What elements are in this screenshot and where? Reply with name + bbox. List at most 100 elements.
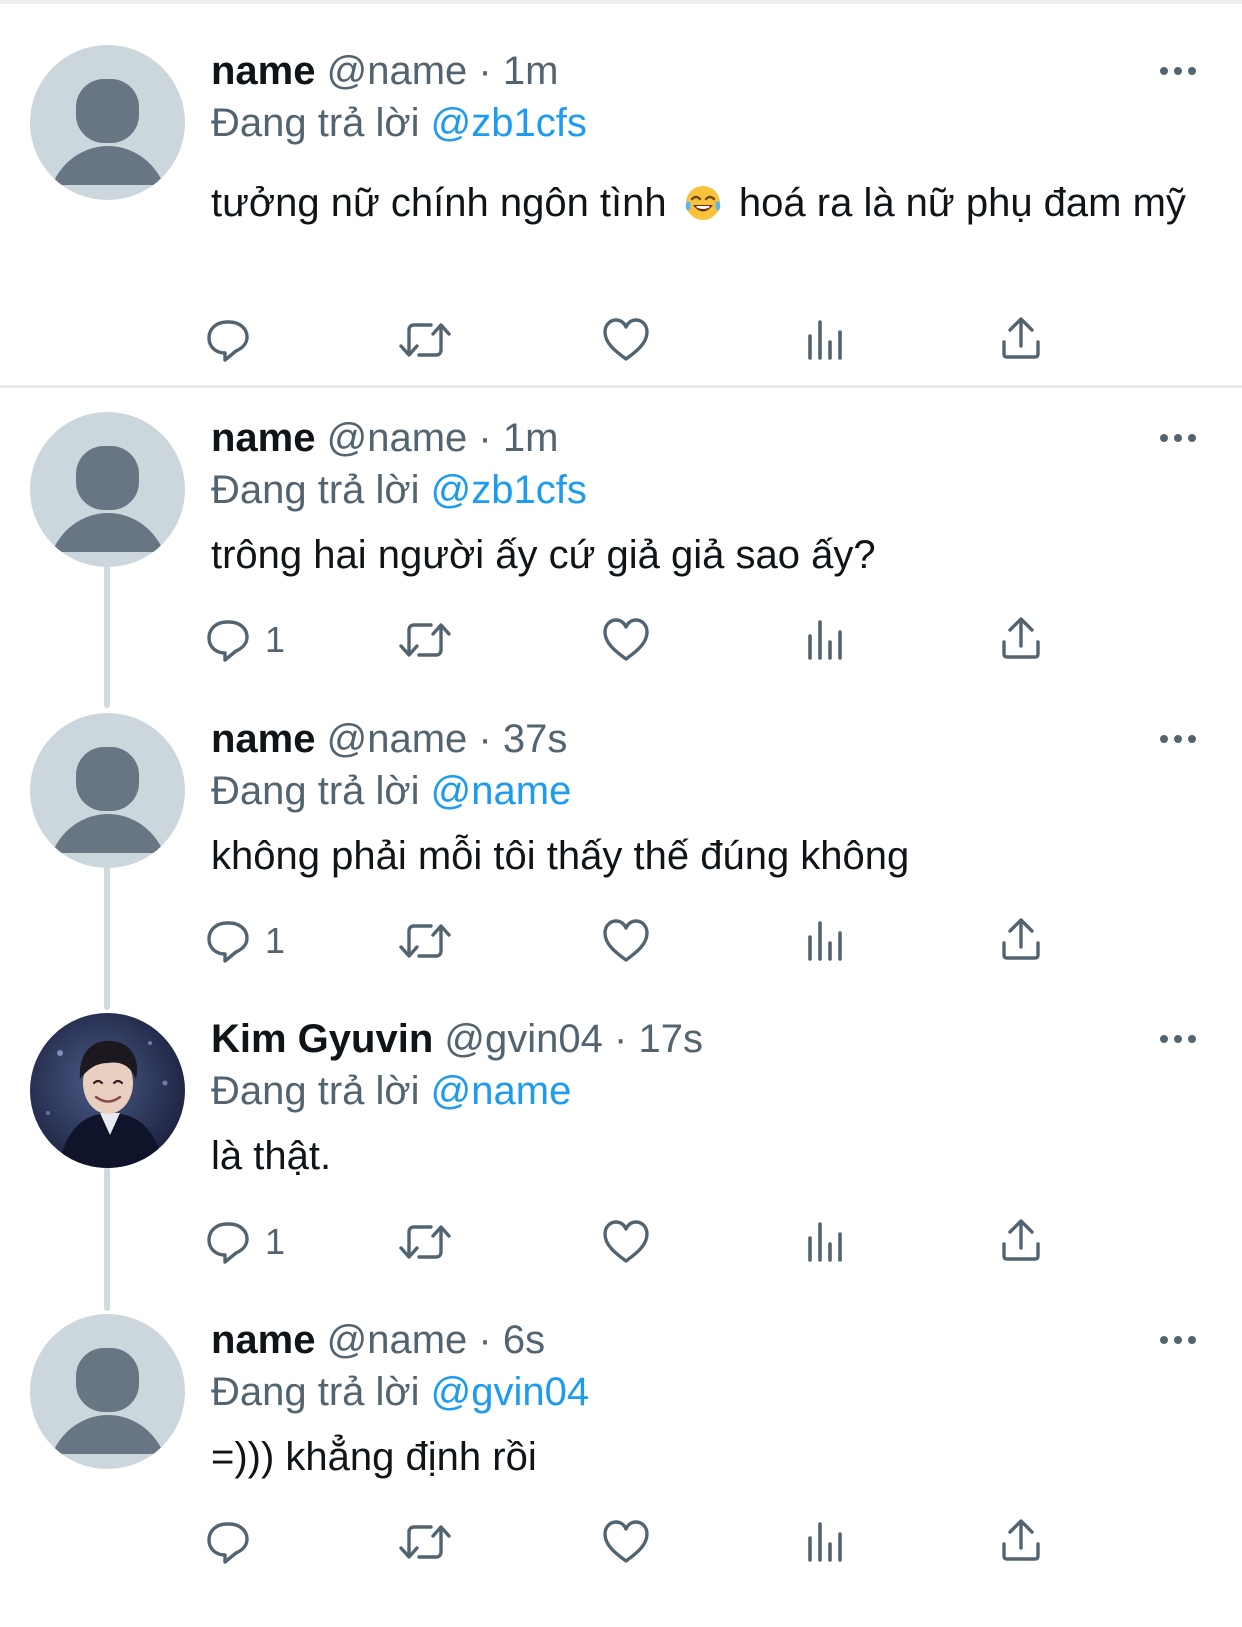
timestamp[interactable]: 17s: [638, 1017, 703, 1061]
heart-icon: [603, 1220, 649, 1263]
replying-to: Đang trả lời @gvin04: [211, 1366, 589, 1418]
user-handle[interactable]: @name: [327, 717, 468, 761]
tweet[interactable]: name @name · 1m Đang trả lời @zb1cfs trô…: [0, 412, 1242, 692]
tweet-divider: [0, 385, 1242, 388]
like-button[interactable]: [602, 1212, 650, 1272]
like-button[interactable]: [602, 911, 650, 971]
like-button[interactable]: [602, 1512, 650, 1572]
retweet-button[interactable]: [397, 1512, 453, 1572]
separator-dot: ·: [478, 717, 492, 761]
mention-link[interactable]: @name: [431, 1069, 572, 1113]
like-button[interactable]: [602, 610, 650, 670]
replying-to-label: Đang trả lời: [211, 101, 420, 145]
timestamp[interactable]: 1m: [503, 49, 559, 93]
tweet[interactable]: name @name · 37s Đang trả lời @name khôn…: [0, 713, 1242, 993]
mention-link[interactable]: @gvin04: [431, 1370, 589, 1414]
heart-icon: [603, 919, 649, 962]
replying-to: Đang trả lời @zb1cfs: [211, 97, 587, 149]
views-icon: [808, 320, 842, 360]
heart-icon: [603, 318, 649, 361]
tweet[interactable]: Kim Gyuvin @gvin04 · 17s Đang trả lời @n…: [0, 1013, 1242, 1293]
share-icon: [1002, 918, 1040, 960]
reply-button[interactable]: 1: [205, 1212, 285, 1272]
more-options[interactable]: [1158, 61, 1198, 81]
retweet-icon: [399, 1225, 451, 1259]
timestamp[interactable]: 1m: [503, 416, 559, 460]
retweet-button[interactable]: [397, 610, 453, 670]
more-icon: [1160, 735, 1196, 743]
reply-count: 1: [265, 920, 286, 961]
views-button[interactable]: [804, 610, 846, 670]
retweet-icon: [399, 323, 451, 357]
user-handle[interactable]: @name: [327, 1318, 468, 1362]
reply-button[interactable]: [205, 1512, 265, 1572]
display-name[interactable]: name: [211, 1318, 316, 1362]
separator-dot: ·: [478, 1318, 492, 1362]
reply-count: 1: [265, 619, 286, 660]
more-icon: [1160, 434, 1196, 442]
user-handle[interactable]: @name: [327, 49, 468, 93]
default-avatar-icon: [52, 1348, 164, 1454]
heart-icon: [603, 618, 649, 661]
like-button[interactable]: [602, 310, 650, 370]
heart-icon: [603, 1520, 649, 1563]
views-button[interactable]: [804, 911, 846, 971]
mention-link[interactable]: @name: [431, 769, 572, 813]
reply-icon: [207, 921, 249, 963]
replying-to-label: Đang trả lời: [211, 468, 420, 512]
replying-to: Đang trả lời @name: [211, 1065, 571, 1117]
top-divider: [0, 0, 1242, 4]
separator-dot: ·: [478, 49, 492, 93]
more-options[interactable]: [1158, 729, 1198, 749]
views-button[interactable]: [804, 1512, 846, 1572]
tweet-header: name @name · 1m: [211, 412, 558, 464]
mention-link[interactable]: @zb1cfs: [431, 468, 587, 512]
retweet-button[interactable]: [397, 911, 453, 971]
action-bar: [207, 310, 1111, 370]
display-name[interactable]: name: [211, 416, 316, 460]
tweet[interactable]: name @name · 6s Đang trả lời @gvin04 =))…: [0, 1314, 1242, 1627]
tweet-text: là thật.: [211, 1134, 332, 1178]
display-name[interactable]: Kim Gyuvin: [211, 1017, 433, 1061]
reply-button[interactable]: [205, 310, 265, 370]
share-button[interactable]: [1001, 911, 1041, 971]
avatar[interactable]: [30, 713, 185, 868]
retweet-button[interactable]: [397, 1212, 453, 1272]
display-name[interactable]: name: [211, 49, 316, 93]
retweet-button[interactable]: [397, 310, 453, 370]
mention-link[interactable]: @zb1cfs: [431, 101, 587, 145]
tweet[interactable]: name @name · 1m Đang trả lời @zb1cfs tưở…: [0, 45, 1242, 375]
tweet-header: name @name · 6s: [211, 1314, 545, 1366]
avatar[interactable]: [30, 1013, 185, 1168]
replying-to: Đang trả lời @name: [211, 765, 571, 817]
reply-button[interactable]: 1: [205, 911, 285, 971]
display-name[interactable]: name: [211, 717, 316, 761]
views-icon: [808, 921, 842, 961]
retweet-icon: [399, 924, 451, 958]
tweet-text-part: tưởng nữ chính ngôn tình: [211, 181, 667, 225]
user-handle[interactable]: @gvin04: [444, 1017, 602, 1061]
tweet-header: Kim Gyuvin @gvin04 · 17s: [211, 1013, 703, 1065]
avatar[interactable]: [30, 45, 185, 200]
avatar[interactable]: [30, 1314, 185, 1469]
tweet-text-part: hoá ra là nữ phụ đam mỹ: [738, 181, 1186, 225]
reply-button[interactable]: 1: [205, 610, 285, 670]
action-bar: 1: [207, 911, 1111, 971]
action-bar: 1: [207, 610, 1111, 670]
share-button[interactable]: [1001, 1512, 1041, 1572]
more-options[interactable]: [1158, 1029, 1198, 1049]
views-icon: [808, 1522, 842, 1562]
views-button[interactable]: [804, 1212, 846, 1272]
share-button[interactable]: [1001, 610, 1041, 670]
share-button[interactable]: [1001, 1212, 1041, 1272]
avatar[interactable]: [30, 412, 185, 567]
default-avatar-icon: [52, 747, 164, 853]
timestamp[interactable]: 6s: [503, 1318, 545, 1362]
separator-dot: ·: [478, 416, 492, 460]
more-options[interactable]: [1158, 1330, 1198, 1350]
timestamp[interactable]: 37s: [503, 717, 568, 761]
share-button[interactable]: [1001, 310, 1041, 370]
views-button[interactable]: [804, 310, 846, 370]
user-handle[interactable]: @name: [327, 416, 468, 460]
more-options[interactable]: [1158, 428, 1198, 448]
